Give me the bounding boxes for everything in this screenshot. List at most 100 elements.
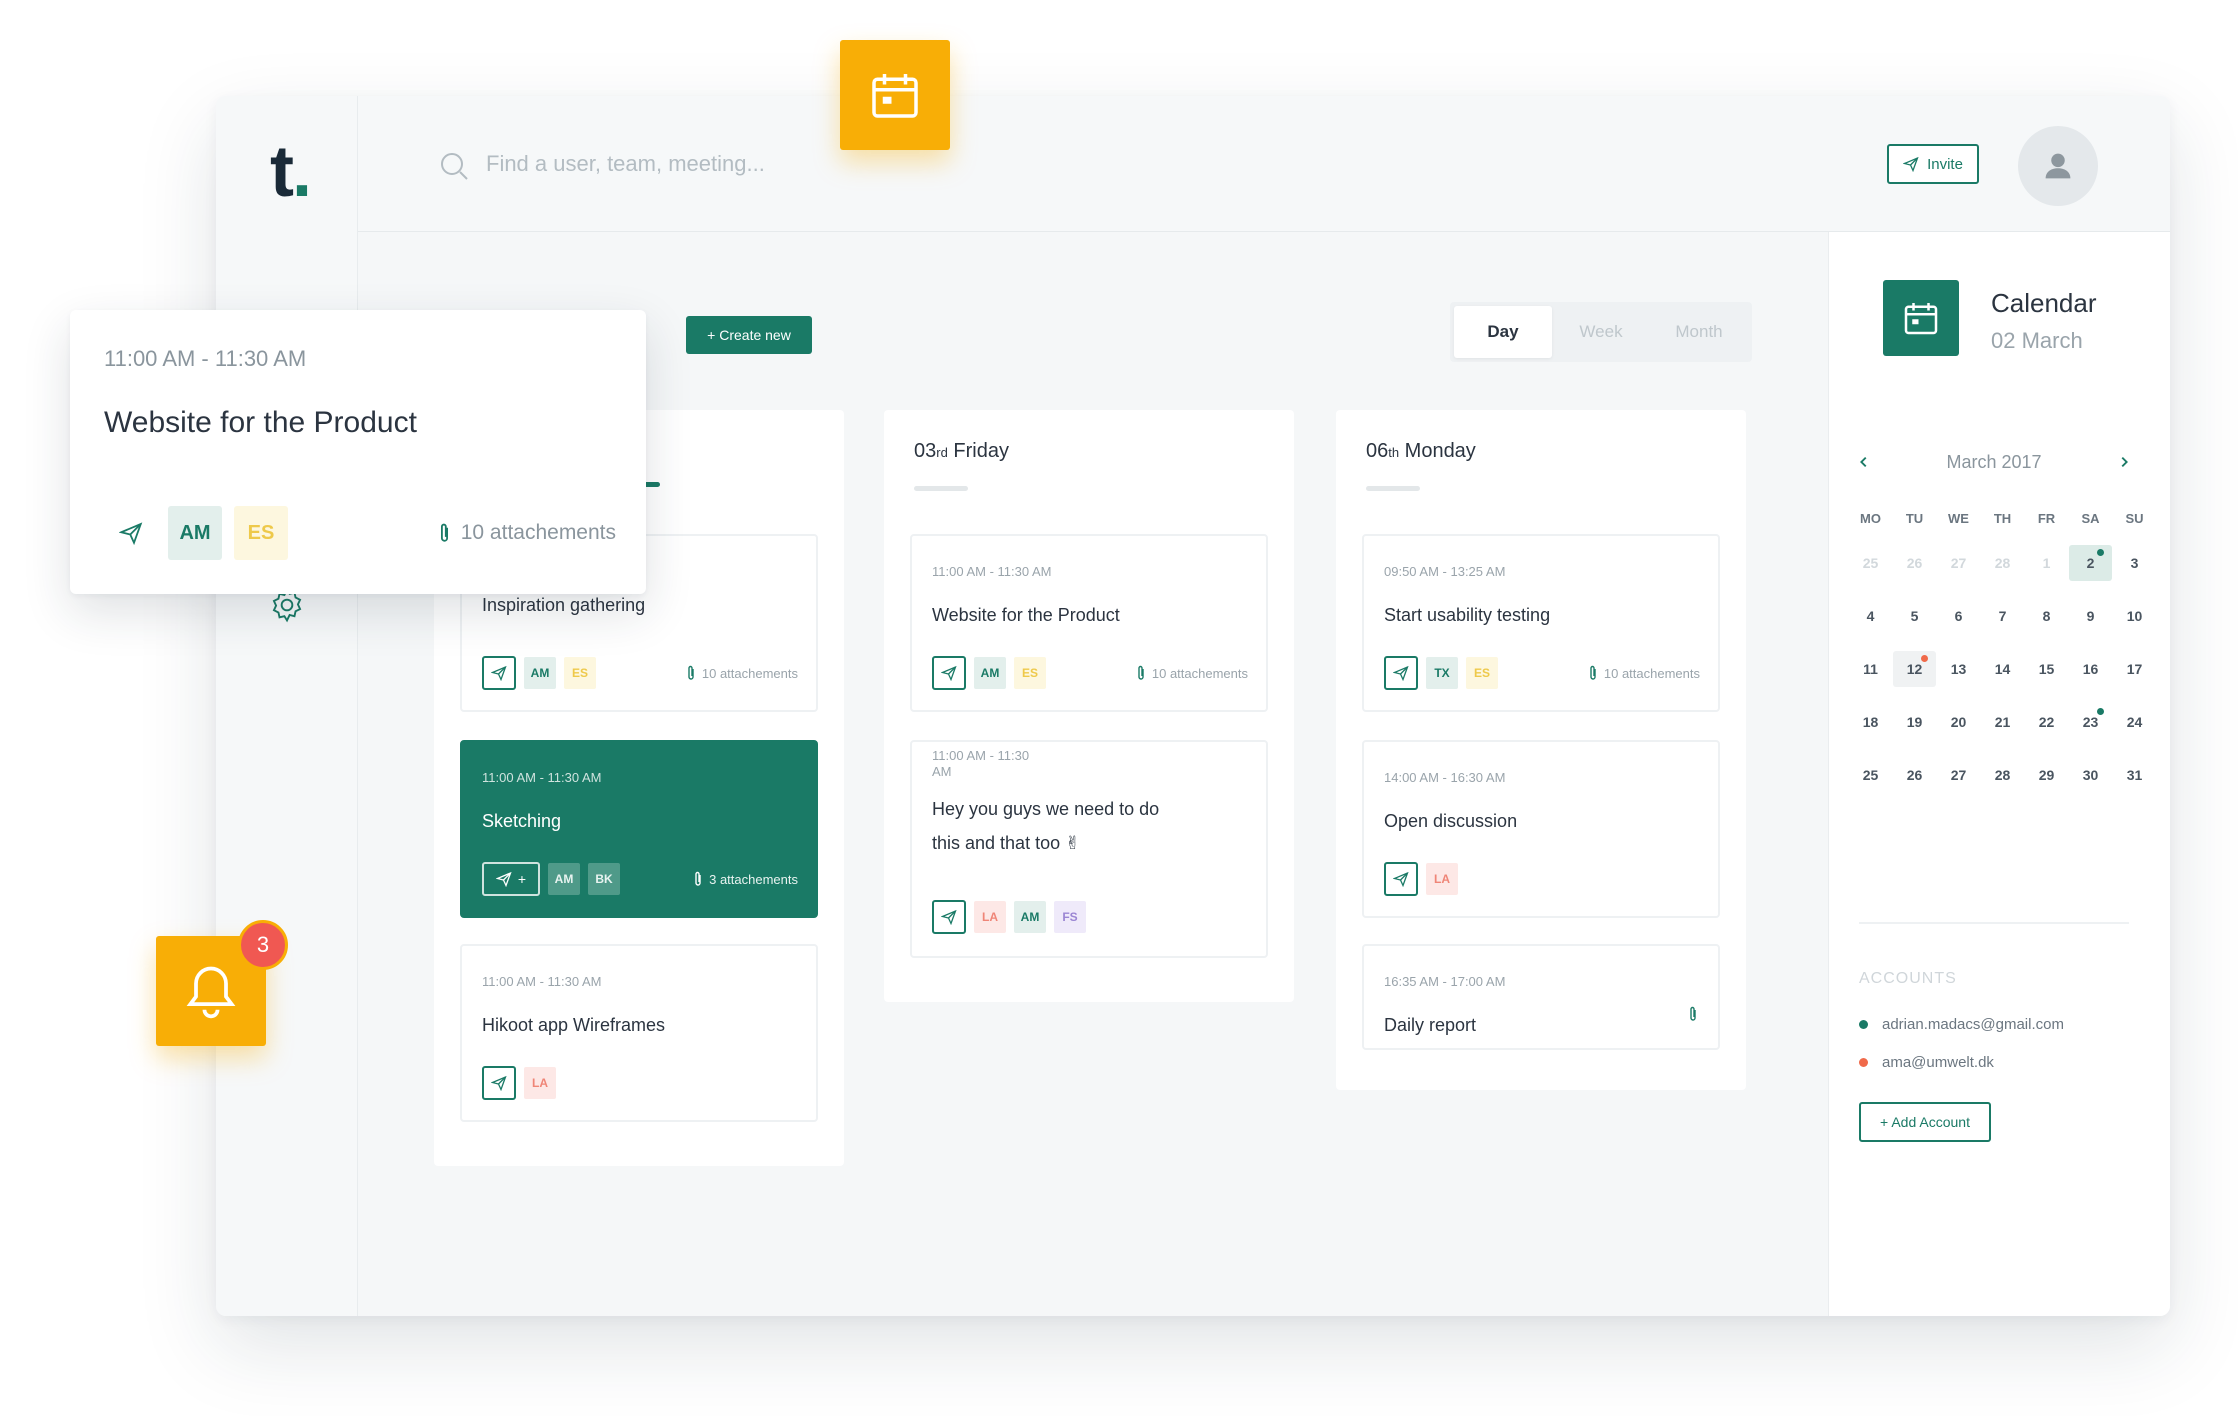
account-status-dot	[1859, 1020, 1868, 1029]
day-cell[interactable]: 14	[1981, 651, 2024, 687]
column-title: 06th Monday	[1366, 440, 1476, 462]
event-title: Daily report	[1384, 1015, 1477, 1035]
event-title: Sketching	[482, 811, 562, 831]
search-input[interactable]	[486, 144, 1006, 184]
day-cell[interactable]: 27	[1937, 545, 1980, 581]
day-cell[interactable]: 26	[1893, 545, 1936, 581]
day-cell[interactable]: 21	[1981, 704, 2024, 740]
day-cell[interactable]: 27	[1937, 757, 1980, 793]
paperclip-icon[interactable]	[1688, 1006, 1698, 1022]
attachments[interactable]: 10 attachements	[438, 521, 616, 545]
day-cell[interactable]: 28	[1981, 757, 2024, 793]
day-cell[interactable]: 11	[1849, 651, 1892, 687]
event-card[interactable]: 09:50 AM - 13:25 AM Start usability test…	[1362, 534, 1720, 712]
day-cell[interactable]: 10	[2113, 598, 2156, 634]
week-row: 25 26 27 28 1 2 3	[1849, 536, 2159, 589]
weekday-label: TH	[1993, 511, 2012, 526]
day-cell[interactable]: 8	[2025, 598, 2068, 634]
day-cell[interactable]: 28	[1981, 545, 2024, 581]
event-card[interactable]: 11:00 AM - 11:30 AM Hikoot app Wireframe…	[460, 944, 818, 1122]
assignee-tag: BK	[588, 863, 620, 895]
logo-dot: .	[291, 132, 312, 212]
attachments[interactable]: 10 attachements	[1136, 665, 1248, 681]
day-cell[interactable]: 9	[2069, 598, 2112, 634]
day-cell[interactable]: 19	[1893, 704, 1936, 740]
attachments[interactable]: 10 attachements	[686, 665, 798, 681]
attachments-label: 10 attachements	[460, 521, 616, 544]
invite-button[interactable]: Invite	[1887, 144, 1979, 184]
attachments-label: 10 attachements	[1151, 665, 1248, 681]
day-cell[interactable]: 3	[2113, 545, 2156, 581]
day-cell[interactable]: 22	[2025, 704, 2068, 740]
assignee-tag: ES	[234, 506, 288, 560]
day-cell[interactable]: 23	[2069, 704, 2112, 740]
attachments[interactable]: 10 attachements	[1588, 665, 1700, 681]
event-dot	[2097, 707, 2104, 715]
month-grid: MO TU WE TH FR SA SU 25 26 27 28 1 2 3 4…	[1849, 502, 2159, 801]
assignee-tag: AM	[524, 657, 556, 689]
day-cell[interactable]: 25	[1849, 757, 1892, 793]
day-cell[interactable]: 6	[1937, 598, 1980, 634]
column-underline	[914, 486, 968, 491]
account-item[interactable]: adrian.madacs@gmail.com	[1859, 1016, 2064, 1033]
event-time: 11:00 AM - 11:30 AM	[482, 974, 602, 989]
assignee-tag: LA	[974, 901, 1006, 933]
send-icon[interactable]	[932, 656, 966, 690]
event-card[interactable]: 11:00 AM - 11:30 AM Hey you guys we need…	[910, 740, 1268, 958]
day-cell[interactable]: 12	[1893, 650, 1936, 687]
account-item[interactable]: ama@umwelt.dk	[1859, 1054, 1994, 1071]
day-cell[interactable]: 30	[2069, 757, 2112, 793]
event-title: Hey you guys we need to do this and that…	[932, 799, 1160, 853]
popup-time: 11:00 AM - 11:30 AM	[104, 346, 307, 371]
send-icon[interactable]	[1384, 862, 1418, 896]
add-account-button[interactable]: + Add Account	[1859, 1102, 1991, 1142]
calendar-icon[interactable]	[840, 40, 950, 150]
paperclip-icon	[688, 665, 694, 680]
event-card[interactable]: 16:35 AM - 17:00 AM Daily report	[1362, 944, 1720, 1050]
assignee-tag: ES	[1466, 657, 1498, 689]
assignee-tag: AM	[168, 506, 222, 560]
weekday-label: MO	[1860, 511, 1881, 526]
day-cell[interactable]: 5	[1893, 598, 1936, 634]
create-new-button[interactable]: + Create new	[686, 316, 812, 354]
day-cell[interactable]: 31	[2113, 757, 2156, 793]
app-logo[interactable]: t.	[270, 136, 312, 208]
send-icon[interactable]	[482, 656, 516, 690]
day-cell[interactable]: 16	[2069, 651, 2112, 687]
create-new-label: + Create new	[707, 327, 791, 343]
view-tab-week[interactable]: Week	[1552, 306, 1650, 358]
chevron-right-icon[interactable]	[2109, 447, 2139, 477]
day-cell[interactable]: 7	[1981, 598, 2024, 634]
event-detail-popup[interactable]: 11:00 AM - 11:30 AM Website for the Prod…	[70, 310, 646, 594]
event-card[interactable]: 11:00 AM - 11:30 AM Website for the Prod…	[910, 534, 1268, 712]
view-tab-month[interactable]: Month	[1650, 306, 1748, 358]
view-tab-day[interactable]: Day	[1454, 306, 1552, 358]
day-cell[interactable]: 17	[2113, 651, 2156, 687]
user-avatar[interactable]	[2018, 126, 2098, 206]
day-cell[interactable]: 20	[1937, 704, 1980, 740]
send-icon[interactable]	[104, 506, 158, 560]
attachments[interactable]: 3 attachements	[693, 871, 798, 887]
day-cell[interactable]: 29	[2025, 757, 2068, 793]
day-cell[interactable]: 4	[1849, 598, 1892, 634]
day-cell[interactable]: 24	[2113, 704, 2156, 740]
send-add-icon[interactable]: +	[482, 862, 540, 896]
day-cell[interactable]: 18	[1849, 704, 1892, 740]
event-time: 14:00 AM - 16:30 AM	[1384, 770, 1506, 785]
event-card-highlighted[interactable]: 11:00 AM - 11:30 AM Sketching + AM BK 3 …	[460, 740, 818, 918]
day-cell[interactable]: 15	[2025, 651, 2068, 687]
day-cell[interactable]: 1	[2025, 545, 2068, 581]
send-icon[interactable]	[482, 1066, 516, 1100]
send-icon[interactable]	[1384, 656, 1418, 690]
day-cell-selected[interactable]: 2	[2069, 544, 2112, 581]
assignee-tag: ES	[1014, 657, 1046, 689]
paperclip-icon	[695, 871, 701, 886]
calendar-title: Calendar	[1991, 288, 2097, 318]
event-card[interactable]: 14:00 AM - 16:30 AM Open discussion LA	[1362, 740, 1720, 918]
day-cell[interactable]: 26	[1893, 757, 1936, 793]
chevron-left-icon[interactable]	[1849, 447, 1879, 477]
assignee-tag: FS	[1054, 901, 1086, 933]
day-cell[interactable]: 25	[1849, 545, 1892, 581]
send-icon[interactable]	[932, 900, 966, 934]
day-cell[interactable]: 13	[1937, 651, 1980, 687]
